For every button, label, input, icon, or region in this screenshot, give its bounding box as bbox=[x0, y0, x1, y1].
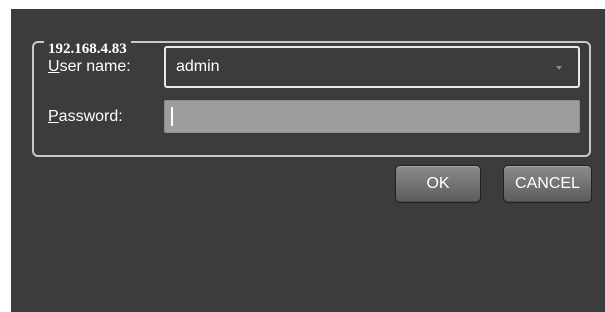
group-title: 192.168.4.83 bbox=[44, 39, 131, 59]
username-combobox[interactable]: admin bbox=[164, 46, 580, 88]
password-label-accel: P bbox=[48, 108, 59, 125]
cancel-button[interactable]: CANCEL bbox=[503, 165, 592, 203]
username-label-accel: U bbox=[48, 58, 60, 75]
username-label: User name: bbox=[48, 57, 131, 77]
password-field[interactable] bbox=[164, 100, 580, 133]
password-label-text: assword: bbox=[58, 108, 123, 125]
login-dialog: 192.168.4.83 User name: admin Password: … bbox=[11, 9, 605, 312]
text-caret bbox=[171, 107, 173, 126]
chevron-down-icon[interactable] bbox=[556, 66, 562, 70]
username-value: admin bbox=[176, 58, 220, 75]
username-label-text: ser name: bbox=[59, 58, 131, 75]
password-label: Password: bbox=[48, 107, 123, 127]
ok-button[interactable]: OK bbox=[395, 165, 481, 203]
